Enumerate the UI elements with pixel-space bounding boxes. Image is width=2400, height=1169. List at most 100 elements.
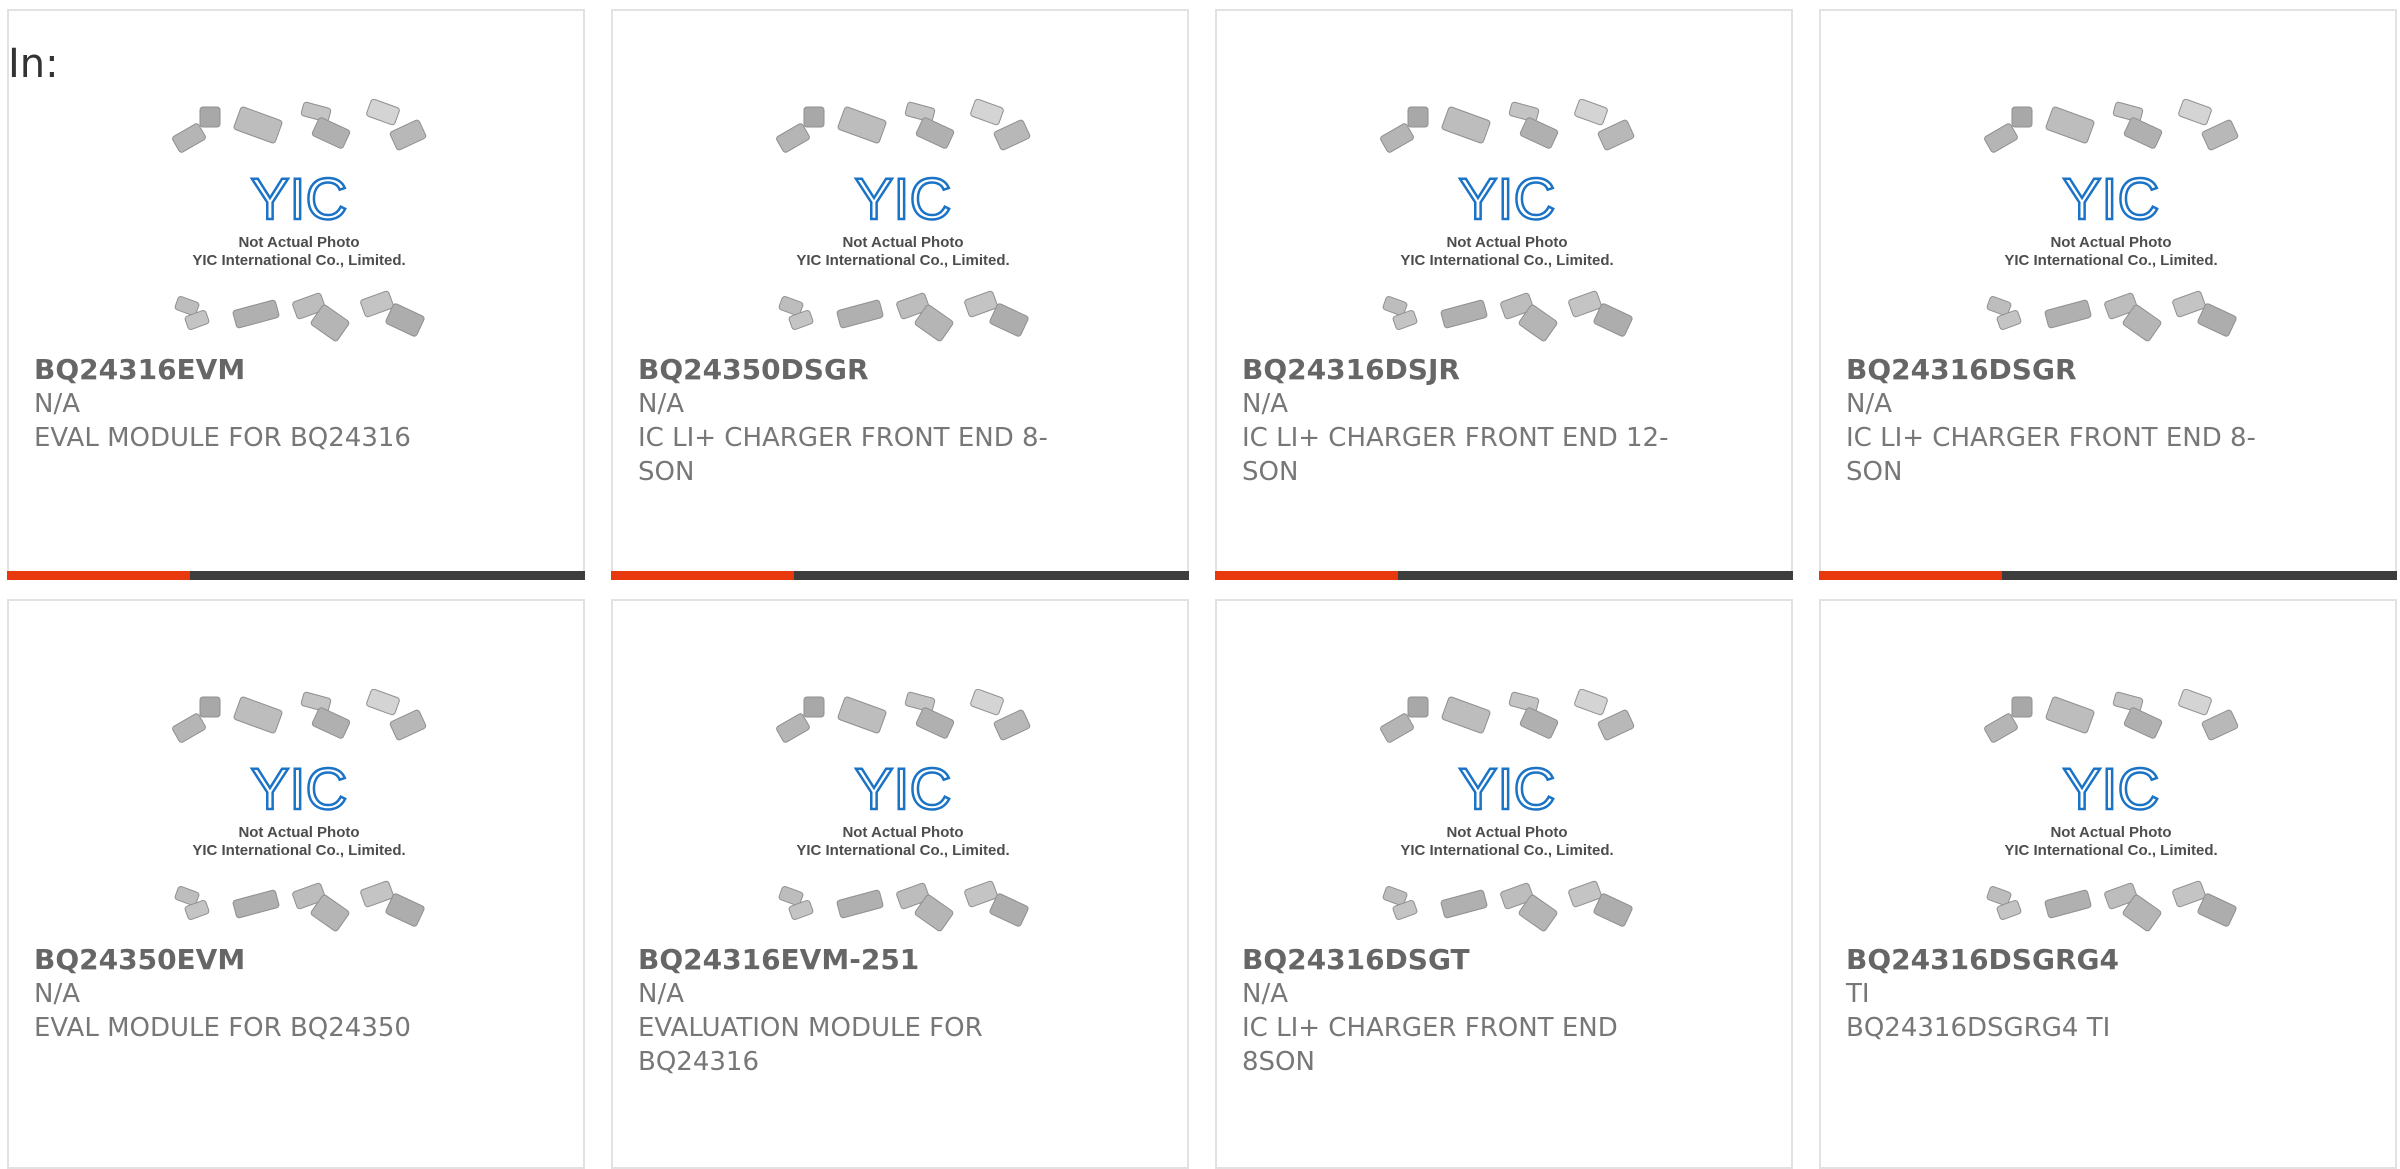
placeholder-caption: Not Actual Photo — [1446, 824, 1567, 841]
product-image[interactable]: YIC Not Actual Photo YIC International Co.… — [1976, 98, 2246, 349]
placeholder-photo: YIC Not Actual PhotoYIC International Co.… — [1380, 98, 1635, 342]
chip-package-icon — [172, 713, 206, 743]
chip-package-icon — [2011, 106, 2033, 128]
placeholder-caption: Not Actual Photo — [238, 234, 359, 251]
description: IC LI+ CHARGER FRONT END 8-SON — [638, 423, 1048, 487]
chip-package-icon — [803, 696, 825, 718]
product-card[interactable]: YIC Not Actual Photo YIC International Co.… — [1215, 599, 1793, 1169]
card-accent-bar — [1819, 571, 2002, 580]
chip-package-icon — [232, 299, 280, 329]
chip-package-icon — [2011, 696, 2033, 718]
placeholder-photo: YIC Not Actual PhotoYIC International Co.… — [172, 98, 427, 342]
placeholder-company: YIC International Co., Limited. — [1400, 842, 1613, 859]
chip-package-icon — [1519, 707, 1559, 739]
product-image[interactable]: YIC Not Actual Photo YIC International Co.… — [1372, 688, 1642, 939]
placeholder-photo: YIC Not Actual PhotoYIC International Co.… — [776, 98, 1031, 342]
part-number[interactable]: BQ24350DSGR — [638, 353, 869, 387]
product-card[interactable]: YIC Not Actual Photo YIC International Co.… — [1215, 9, 1793, 580]
chip-package-icon — [904, 691, 936, 713]
yic-logo-icon: YIC — [855, 167, 952, 232]
description: IC LI+ CHARGER FRONT END 8SON — [1242, 1013, 1618, 1077]
yic-logo-icon: YIC — [2063, 167, 2160, 232]
chip-package-icon — [1441, 106, 1491, 144]
yic-logo-icon: YIC — [2063, 757, 2160, 822]
manufacturer: N/A — [638, 979, 684, 1009]
chip-package-icon — [366, 98, 400, 126]
chip-package-icon — [2123, 117, 2163, 149]
description: IC LI+ CHARGER FRONT END 12-SON — [1242, 423, 1669, 487]
chip-package-icon — [970, 688, 1004, 716]
product-card[interactable]: YIC Not Actual Photo YIC International Co.… — [611, 9, 1189, 580]
product-image[interactable]: YIC Not Actual Photo YIC International Co.… — [1372, 98, 1642, 349]
chip-package-icon — [2045, 696, 2095, 734]
product-image[interactable]: YIC Not Actual Photo YIC International Co.… — [164, 98, 434, 349]
card-accent-bar — [7, 571, 190, 580]
product-card[interactable]: YIC Not Actual Photo YIC International Co.… — [7, 599, 585, 1169]
placeholder-company: YIC International Co., Limited. — [192, 842, 405, 859]
chip-package-icon — [233, 696, 283, 734]
yic-logo-icon: YIC — [251, 757, 348, 822]
description: BQ24316DSGRG4 TI — [1846, 1013, 2111, 1043]
chip-package-icon — [233, 106, 283, 144]
chip-package-icon — [2178, 688, 2212, 716]
chip-package-icon — [2123, 707, 2163, 739]
chip-package-icon — [172, 123, 206, 153]
chip-package-icon — [2045, 106, 2095, 144]
product-card[interactable]: YIC Not Actual Photo YIC International Co.… — [1819, 599, 2397, 1169]
yic-logo-icon: YIC — [1459, 757, 1556, 822]
part-number[interactable]: BQ24316DSJR — [1242, 353, 1460, 387]
placeholder-photo: YIC Not Actual PhotoYIC International Co.… — [172, 688, 427, 932]
placeholder-company: YIC International Co., Limited. — [1400, 252, 1613, 269]
manufacturer: N/A — [1242, 979, 1288, 1009]
chip-package-icon — [1440, 889, 1488, 919]
placeholder-caption: Not Actual Photo — [2050, 824, 2171, 841]
part-number[interactable]: BQ24316DSGRG4 — [1846, 943, 2119, 977]
chip-package-icon — [1441, 696, 1491, 734]
product-image[interactable]: YIC Not Actual Photo YIC International Co.… — [1976, 688, 2246, 939]
placeholder-photo: YIC Not Actual PhotoYIC International Co.… — [1380, 688, 1635, 932]
chip-package-icon — [1380, 713, 1414, 743]
chip-package-icon — [1574, 688, 1608, 716]
chip-package-icon — [915, 117, 955, 149]
chip-package-icon — [1519, 117, 1559, 149]
chip-package-icon — [1508, 691, 1540, 713]
card-bottom-bar — [611, 571, 1189, 580]
card-bottom-bar — [1215, 571, 1793, 580]
yic-logo-icon: YIC — [855, 757, 952, 822]
yic-logo-icon: YIC — [251, 167, 348, 232]
chip-package-icon — [1440, 299, 1488, 329]
part-number[interactable]: BQ24350EVM — [34, 943, 245, 977]
chip-package-icon — [199, 106, 221, 128]
chip-package-icon — [904, 101, 936, 123]
description: EVAL MODULE FOR BQ24316 — [34, 423, 411, 453]
chip-package-icon — [232, 889, 280, 919]
part-number[interactable]: BQ24316DSGT — [1242, 943, 1470, 977]
manufacturer: N/A — [34, 389, 80, 419]
chip-package-icon — [776, 713, 810, 743]
chip-package-icon — [2044, 889, 2092, 919]
placeholder-caption: Not Actual Photo — [1446, 234, 1567, 251]
manufacturer: N/A — [34, 979, 80, 1009]
chip-package-icon — [199, 696, 221, 718]
chip-package-icon — [1984, 123, 2018, 153]
chip-package-icon — [2178, 98, 2212, 126]
card-accent-bar — [611, 571, 794, 580]
chip-package-icon — [311, 707, 351, 739]
product-card[interactable]: YIC Not Actual Photo YIC International Co.… — [611, 599, 1189, 1169]
part-number[interactable]: BQ24316DSGR — [1846, 353, 2077, 387]
product-card[interactable]: YIC Not Actual Photo YIC International Co.… — [1819, 9, 2397, 580]
product-image[interactable]: YIC Not Actual Photo YIC International Co.… — [768, 688, 1038, 939]
placeholder-company: YIC International Co., Limited. — [796, 252, 1009, 269]
product-image[interactable]: YIC Not Actual Photo YIC International Co.… — [768, 98, 1038, 349]
placeholder-photo: YIC Not Actual PhotoYIC International Co.… — [1984, 688, 2239, 932]
part-number[interactable]: BQ24316EVM — [34, 353, 245, 387]
placeholder-photo: YIC Not Actual PhotoYIC International Co.… — [1984, 98, 2239, 342]
chip-package-icon — [915, 707, 955, 739]
card-accent-bar — [1215, 571, 1398, 580]
placeholder-caption: Not Actual Photo — [238, 824, 359, 841]
part-number[interactable]: BQ24316EVM-251 — [638, 943, 919, 977]
manufacturer: N/A — [1846, 389, 1892, 419]
product-image[interactable]: YIC Not Actual Photo YIC International Co.… — [164, 688, 434, 939]
manufacturer: N/A — [1242, 389, 1288, 419]
product-card[interactable]: YIC Not Actual Photo YIC International Co.… — [7, 9, 585, 580]
